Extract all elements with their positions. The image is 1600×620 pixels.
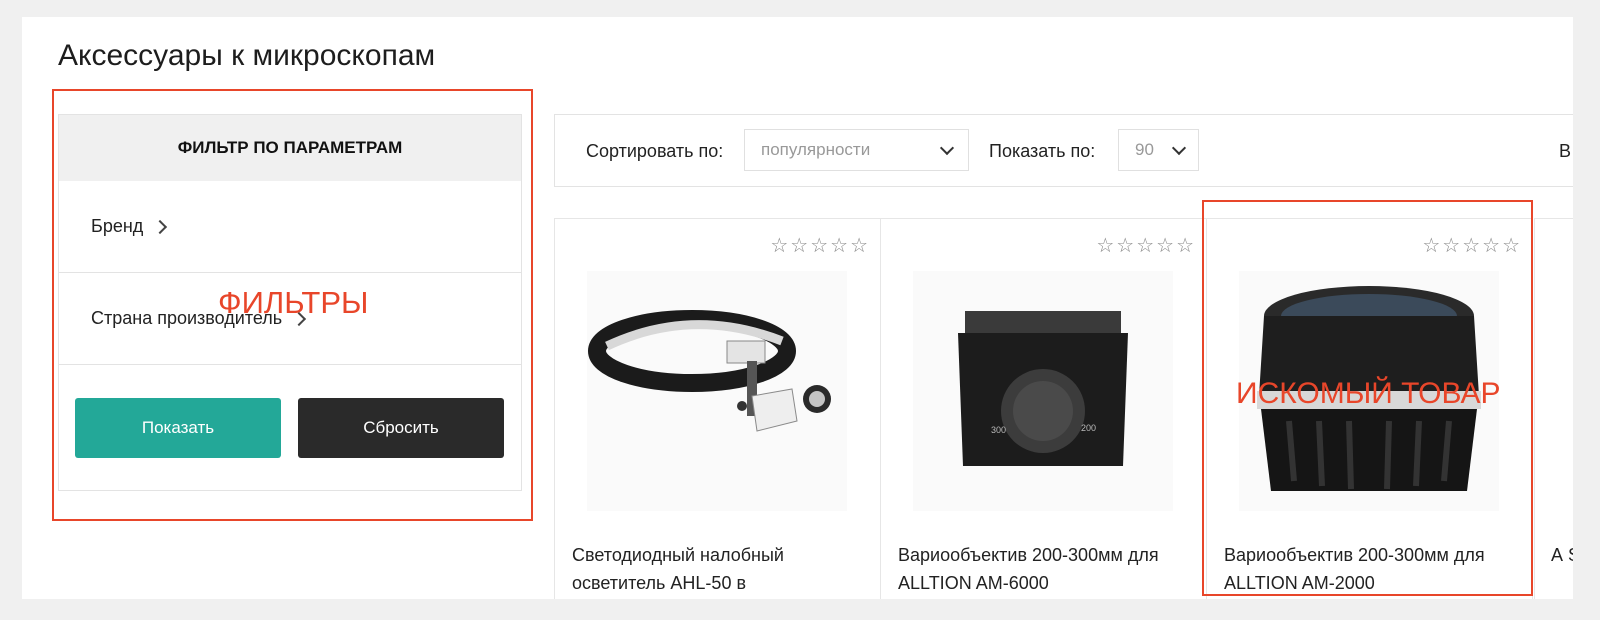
star-icon[interactable]: ☆	[770, 233, 788, 258]
star-icon[interactable]: ☆	[790, 233, 808, 258]
star-icon[interactable]: ☆	[850, 233, 868, 258]
filter-item-label: Бренд	[91, 216, 144, 236]
rating-stars[interactable]: ☆ ☆ ☆ ☆ ☆	[1096, 233, 1194, 258]
star-icon[interactable]: ☆	[1462, 233, 1480, 258]
star-icon[interactable]: ☆	[1442, 233, 1460, 258]
show-per-page-label: Показать по:	[989, 141, 1096, 161]
star-icon[interactable]: ☆	[1136, 233, 1154, 258]
product-image-vario-objective-target[interactable]	[1239, 271, 1499, 511]
star-icon[interactable]: ☆	[1482, 233, 1500, 258]
product-title[interactable]: Вариообъектив 200-300мм для ALLTION AM-6…	[898, 541, 1188, 597]
per-page-select[interactable]: 90	[1118, 129, 1199, 171]
svg-text:300: 300	[991, 425, 1006, 435]
star-icon[interactable]: ☆	[1156, 233, 1174, 258]
product-title-partial: А S	[1551, 545, 1573, 565]
toolbar-cut-label: В	[1559, 141, 1572, 161]
chevron-right-icon	[292, 311, 307, 326]
per-page-select-value: 90	[1135, 140, 1154, 159]
product-title[interactable]: Светодиодный налобный осветитель AHL-50 …	[572, 541, 862, 597]
product-card[interactable]: ☆ ☆ ☆ ☆ ☆ Вариообъектив 200-300мм для ALLTIO…	[1206, 218, 1533, 599]
star-icon[interactable]: ☆	[810, 233, 828, 258]
filter-header: ФИЛЬТР ПО ПАРАМЕТРАМ	[59, 115, 521, 181]
filter-panel: ФИЛЬТР ПО ПАРАМЕТРАМ Бренд Страна произв…	[58, 114, 522, 491]
product-card[interactable]: ☆ ☆ ☆ ☆ ☆ Светодиодный налобный осветитель A…	[554, 218, 881, 599]
sort-select[interactable]: популярности	[744, 129, 969, 171]
star-icon[interactable]: ☆	[830, 233, 848, 258]
page-title: Аксессуары к микроскопам	[58, 39, 436, 72]
filter-item-label: Страна производитель	[91, 308, 283, 328]
star-icon[interactable]: ☆	[1176, 233, 1194, 258]
product-card-partial[interactable]: А S	[1534, 218, 1573, 599]
reset-button[interactable]: Сбросить	[298, 398, 504, 458]
product-title[interactable]: Вариообъектив 200-300мм для ALLTION AM-2…	[1224, 541, 1514, 597]
filter-item-brand[interactable]: Бренд	[59, 181, 521, 273]
star-icon[interactable]: ☆	[1422, 233, 1440, 258]
star-icon[interactable]: ☆	[1116, 233, 1134, 258]
rating-stars[interactable]: ☆ ☆ ☆ ☆ ☆	[1422, 233, 1520, 258]
page-container: Аксессуары к микроскопам ФИЛЬТР ПО ПАРАМ…	[22, 17, 1573, 599]
chevron-right-icon	[153, 219, 168, 234]
svg-text:200: 200	[1081, 423, 1096, 433]
show-button[interactable]: Показать	[75, 398, 281, 458]
star-icon[interactable]: ☆	[1096, 233, 1114, 258]
sort-label: Сортировать по:	[586, 141, 724, 161]
sort-toolbar: Сортировать по: популярности Показать по…	[554, 114, 1573, 187]
product-card[interactable]: ☆ ☆ ☆ ☆ ☆ 300 200 Вариообъектив 200-300мм дл…	[880, 218, 1207, 599]
star-icon[interactable]: ☆	[1502, 233, 1520, 258]
filter-item-country[interactable]: Страна производитель	[59, 273, 521, 365]
rating-stars[interactable]: ☆ ☆ ☆ ☆ ☆	[770, 233, 868, 258]
product-image-headlamp[interactable]	[587, 271, 847, 511]
product-image-vario-objective[interactable]: 300 200	[913, 271, 1173, 511]
chevron-down-icon	[1171, 140, 1187, 156]
chevron-down-icon	[939, 140, 955, 156]
sort-select-value: популярности	[761, 140, 871, 159]
